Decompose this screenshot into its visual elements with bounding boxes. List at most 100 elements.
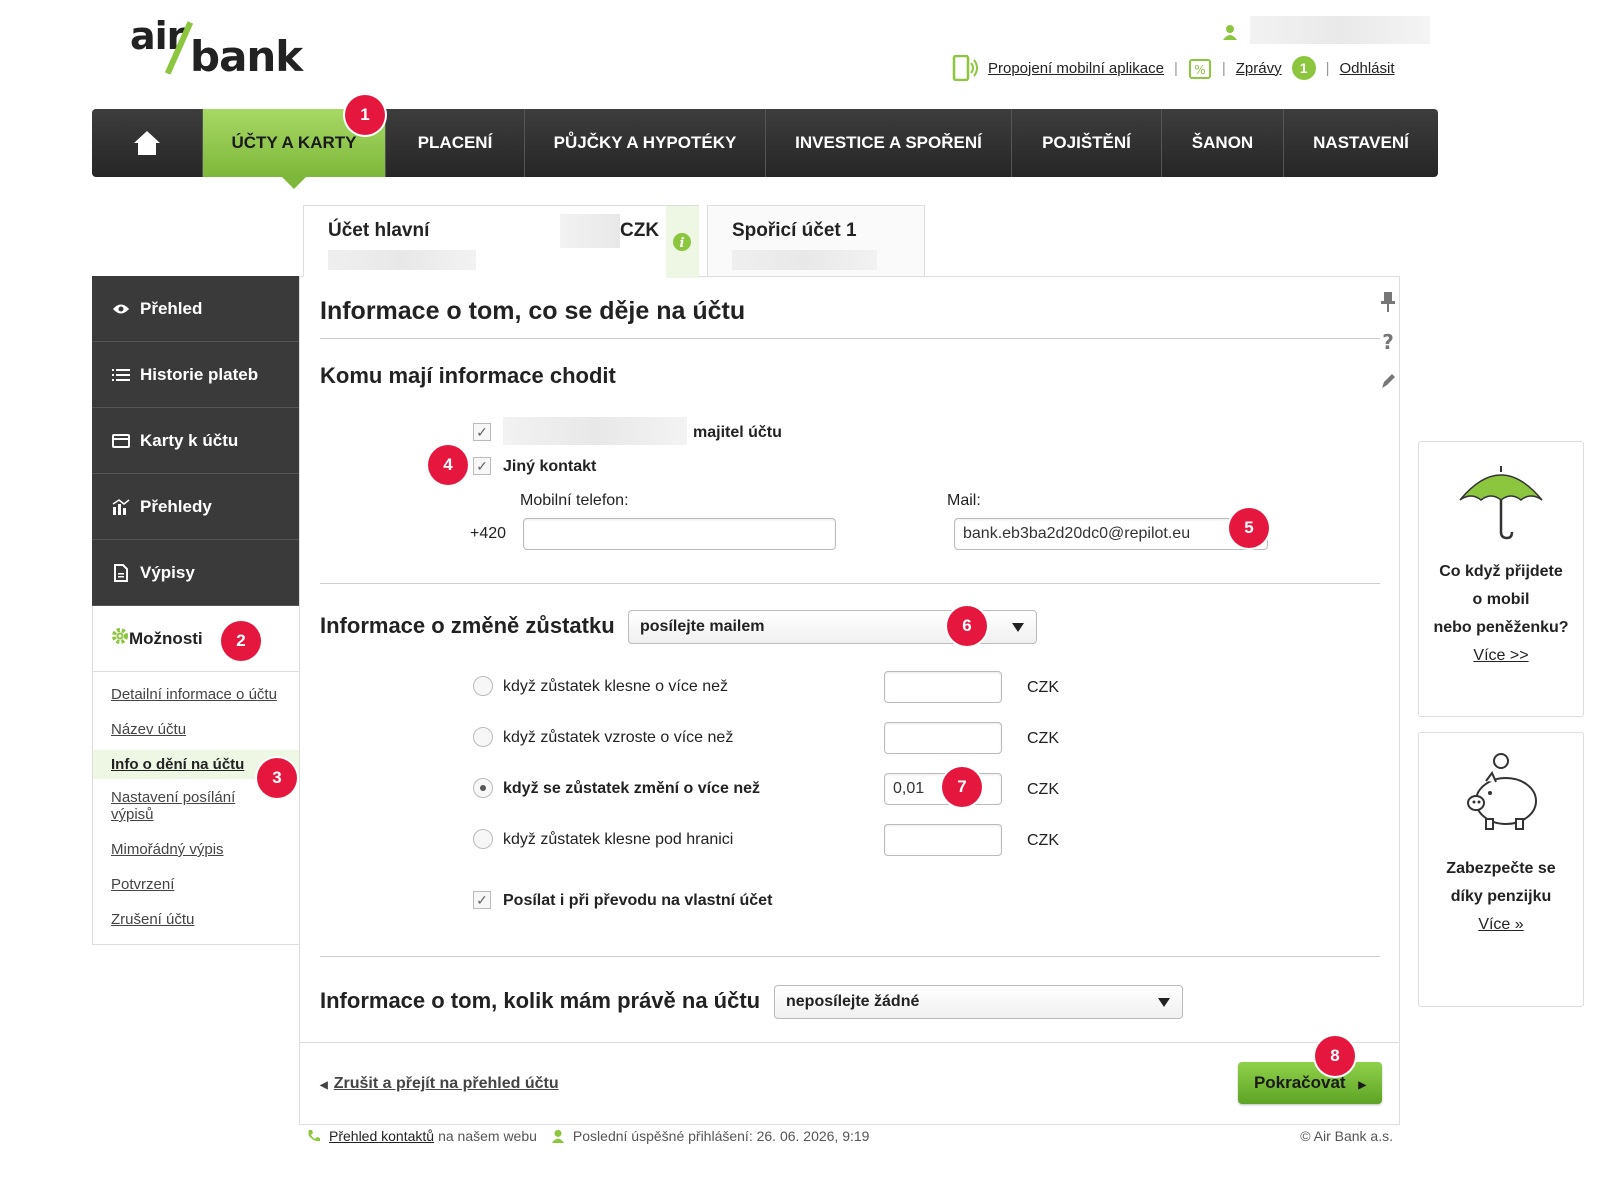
nav-settings[interactable]: NASTAVENÍ: [1284, 109, 1438, 177]
sidebar-item-statements[interactable]: Výpisy: [92, 540, 299, 606]
promo-text: Zabezpečte se: [1446, 860, 1556, 877]
nav-binder[interactable]: ŠANON: [1162, 109, 1284, 177]
increase-amount-input[interactable]: [884, 722, 1002, 754]
nav-home[interactable]: [92, 109, 203, 177]
pin-icon[interactable]: [1379, 291, 1397, 313]
currency-label: CZK: [1027, 781, 1059, 798]
sidebar-item-label: Přehled: [140, 298, 203, 318]
promo-text: Co když přijdete: [1439, 563, 1563, 580]
promo-more-link[interactable]: Více »: [1478, 916, 1523, 933]
continue-button[interactable]: Pokračovat ▶: [1238, 1062, 1382, 1104]
mail-input[interactable]: bank.eb3ba2d20dc0@repilot.eu: [954, 518, 1268, 550]
divider: [320, 338, 1380, 339]
main-navigation: ÚČTY A KARTY PLACENÍ PŮJČKY A HYPOTÉKY I…: [92, 109, 1438, 189]
logout-link[interactable]: Odhlásit: [1340, 60, 1395, 77]
submenu-account-name[interactable]: Název účtu: [93, 715, 299, 744]
savings-account-number-redacted: [732, 250, 877, 270]
nav-payments[interactable]: PLACENÍ: [386, 109, 525, 177]
marker-4: 4: [428, 445, 468, 485]
mobile-connect-icon: [952, 55, 978, 81]
phone-input[interactable]: [523, 518, 836, 550]
percent-icon[interactable]: %: [1188, 56, 1212, 80]
cancel-link-wrap: ◀ Zrušit a přejít na přehled účtu: [320, 1075, 559, 1093]
nav-loans-mortgages[interactable]: PŮJČKY A HYPOTÉKY: [525, 109, 766, 177]
nav-investments-savings[interactable]: INVESTICE A SPOŘENÍ: [766, 109, 1012, 177]
content-panel: Informace o tom, co se děje na účtu ? Ko…: [299, 276, 1400, 1125]
radio-below-threshold[interactable]: [473, 829, 493, 849]
account-name: Účet hlavní: [328, 220, 430, 241]
radio-increase-more-than[interactable]: [473, 727, 493, 747]
submenu-account-details[interactable]: Detailní informace o účtu: [93, 680, 299, 709]
radio-change-more-than[interactable]: [473, 778, 493, 798]
promo-insurance[interactable]: Co když přijdete o mobil nebo peněženku?…: [1418, 441, 1584, 717]
balance-info-heading: Informace o tom, kolik mám právě na účtu: [320, 988, 761, 1013]
caret-right-icon: ▶: [1358, 1080, 1367, 1091]
messages-link[interactable]: Zprávy: [1236, 60, 1282, 77]
phone-label: Mobilní telefon:: [520, 492, 629, 509]
user-icon: [551, 1129, 565, 1143]
decrease-amount-input[interactable]: [884, 671, 1002, 703]
sidebar-item-options[interactable]: Možnosti: [92, 606, 299, 672]
other-contact-checkbox[interactable]: ✓: [473, 457, 491, 475]
submenu-extra-statement[interactable]: Mimořádný výpis: [93, 835, 299, 864]
promo-more-link[interactable]: Více >>: [1473, 647, 1528, 664]
nav-insurance[interactable]: POJIŠTĚNÍ: [1012, 109, 1162, 177]
last-login-text: Poslední úspěšné přihlášení: 26. 06. 202…: [572, 1128, 870, 1144]
other-contact-label: Jiný kontakt: [503, 458, 597, 475]
info-icon[interactable]: i: [672, 232, 692, 252]
promo-pension[interactable]: Zabezpečte se díky penzijku Více »: [1418, 732, 1584, 1007]
help-icon[interactable]: ?: [1379, 331, 1397, 353]
own-transfer-label: Posílat i při převodu na vlastní účet: [503, 892, 773, 909]
account-number-redacted: [328, 250, 476, 270]
currency-label: CZK: [1027, 679, 1059, 696]
account-currency: CZK: [620, 220, 660, 241]
sidebar-item-payment-history[interactable]: Historie plateb: [92, 342, 299, 408]
sidebar-item-overview[interactable]: Přehled: [92, 276, 299, 342]
piggy-bank-icon: [1467, 753, 1537, 830]
list-icon: [112, 368, 130, 381]
sidebar-item-cards[interactable]: Karty k účtu: [92, 408, 299, 474]
phone-prefix: +420: [470, 525, 507, 542]
currency-label: CZK: [1027, 730, 1059, 747]
marker-7: 7: [942, 767, 982, 807]
sidebar-item-reports[interactable]: Přehledy: [92, 474, 299, 540]
gear-icon: [112, 628, 128, 644]
card-icon: [112, 433, 130, 448]
radio-decrease-more-than[interactable]: [473, 676, 493, 696]
chart-icon: [112, 498, 130, 515]
phone-icon: [308, 1130, 320, 1142]
user-name-redacted: [1250, 16, 1430, 44]
sidebar-item-label: Výpisy: [140, 562, 195, 582]
marker-1: 1: [345, 95, 385, 135]
document-icon: [114, 563, 128, 582]
own-transfer-checkbox[interactable]: ✓: [473, 891, 491, 909]
marker-8: 8: [1315, 1036, 1355, 1076]
submenu-statement-settings[interactable]: Nastavení posílání výpisů: [93, 783, 269, 829]
option-label: když zůstatek klesne o více než: [503, 678, 728, 695]
owner-checkbox[interactable]: ✓: [473, 423, 491, 441]
submenu-confirmation[interactable]: Potvrzení: [93, 870, 299, 899]
submenu-account-closure[interactable]: Zrušení účtu: [93, 905, 299, 934]
sidebar-item-label: Historie plateb: [140, 364, 259, 384]
separator: |: [1173, 59, 1178, 77]
contacts-link[interactable]: Přehled kontaktů: [329, 1128, 434, 1144]
user-icon: [1223, 25, 1237, 40]
balance-info-select[interactable]: neposílejte žádné: [774, 985, 1183, 1019]
page-footer: Přehled kontaktů na našem webu Poslední …: [307, 1126, 1393, 1146]
mobile-app-link[interactable]: Propojení mobilní aplikace: [988, 60, 1164, 77]
savings-account-name: Spořicí účet 1: [732, 220, 857, 241]
account-tab-savings[interactable]: Spořicí účet 1: [707, 205, 925, 276]
messages-count-badge: 1: [1291, 56, 1316, 80]
balance-change-heading: Informace o změně zůstatku: [320, 613, 615, 638]
cancel-link[interactable]: Zrušit a přejít na přehled účtu: [334, 1075, 559, 1092]
threshold-amount-input[interactable]: [884, 824, 1002, 856]
sidebar-item-label: Přehledy: [140, 496, 212, 516]
marker-6: 6: [947, 606, 987, 646]
currency-label: CZK: [1027, 832, 1059, 849]
edit-pencil-icon[interactable]: [1379, 371, 1397, 391]
svg-text:%: %: [1194, 63, 1205, 77]
account-tab-main[interactable]: Účet hlavní CZK i: [303, 205, 699, 278]
air-bank-logo[interactable]: air bank: [130, 14, 303, 81]
umbrella-icon: [1459, 466, 1543, 540]
dropdown-arrow-icon: [1012, 623, 1024, 632]
